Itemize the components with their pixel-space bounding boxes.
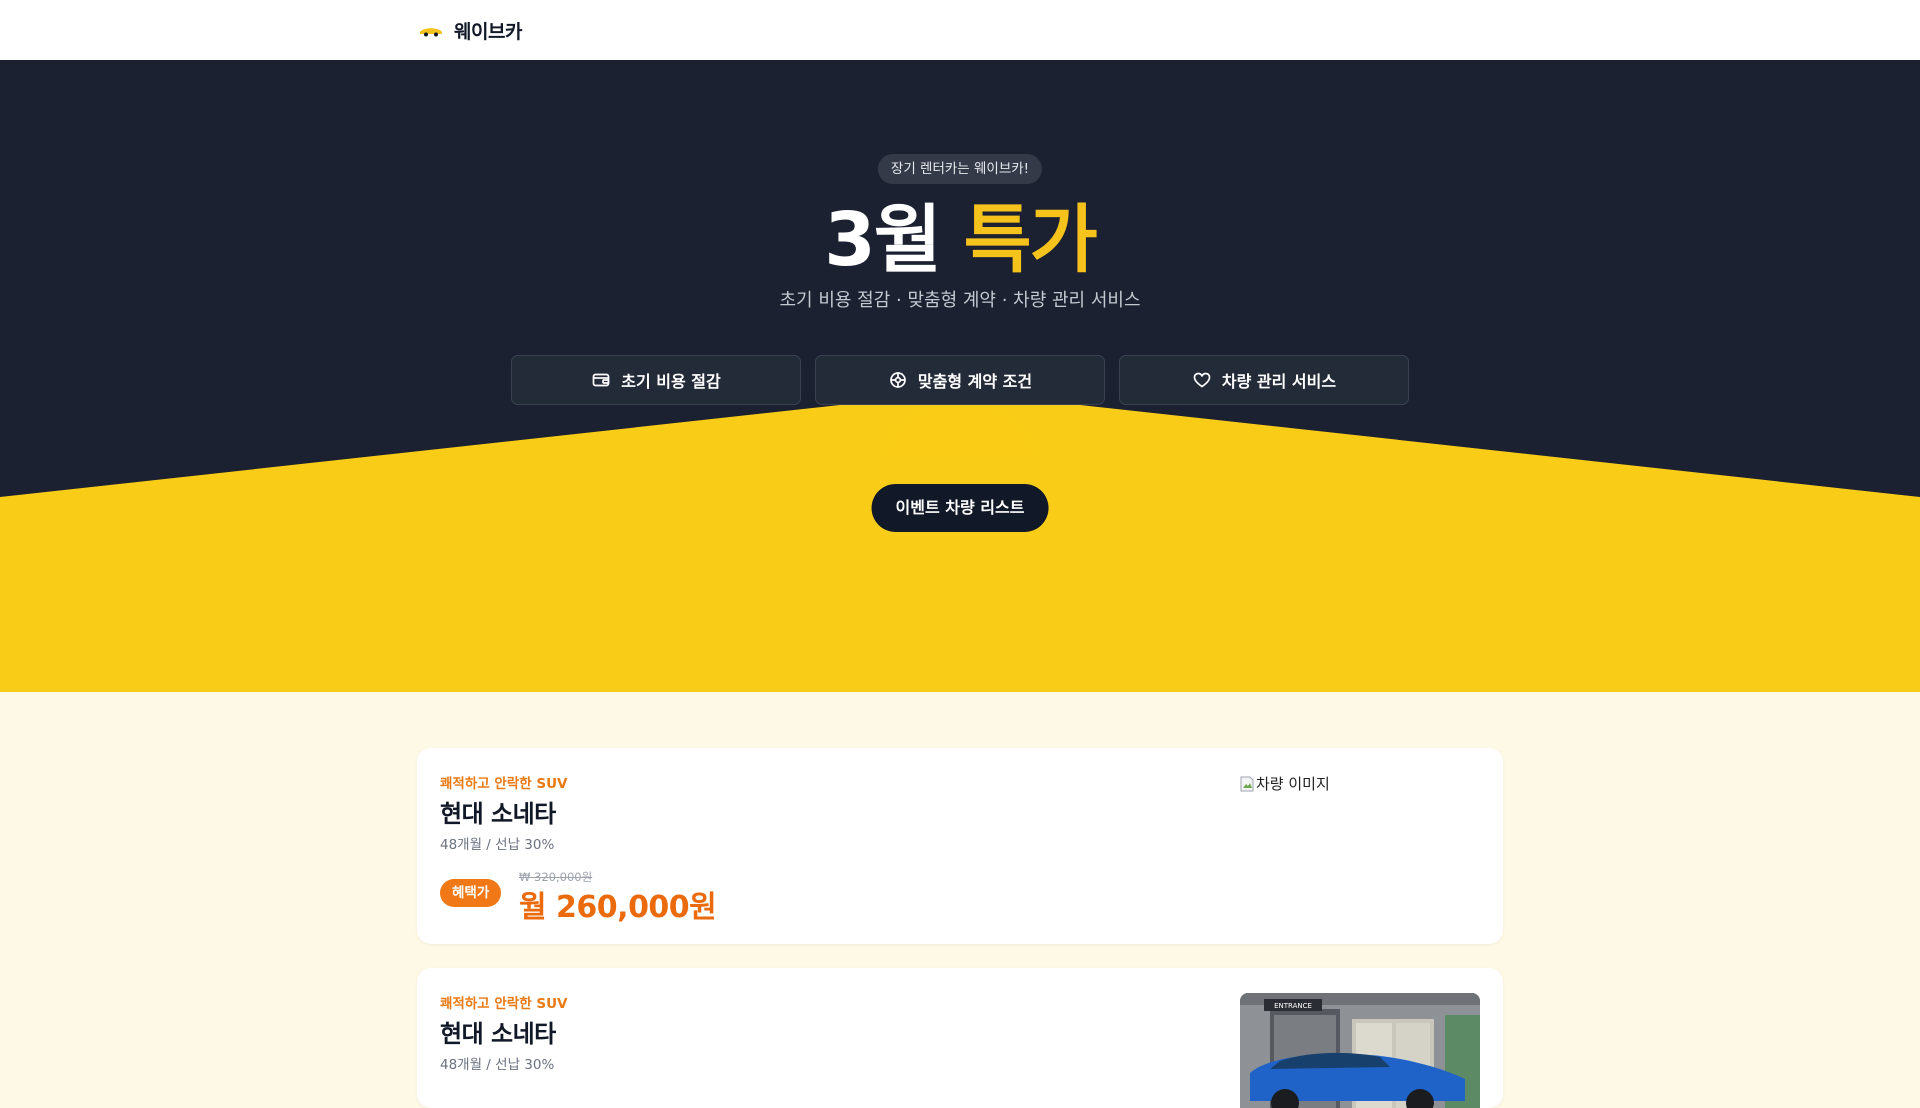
settings-icon bbox=[890, 372, 906, 388]
hero-subtitle: 초기 비용 절감 · 맞춤형 계약 · 차량 관리 서비스 bbox=[779, 290, 1141, 311]
hero-section: 장기 렌터카는 웨이브카! 3월 특가 초기 비용 절감 · 맞춤형 계약 · … bbox=[0, 60, 1920, 692]
brand-name: 웨이브카 bbox=[454, 21, 522, 43]
brand-logo[interactable]: 웨이브카 bbox=[418, 17, 522, 44]
event-car-list-button[interactable]: 이벤트 차량 리스트 bbox=[871, 484, 1049, 532]
hero-title-main: 3월 bbox=[824, 197, 942, 283]
car-name: 현대 소네타 bbox=[440, 1020, 556, 1048]
hero-pill: 장기 렌터카는 웨이브카! bbox=[877, 154, 1043, 184]
feature-initial-cost[interactable]: 초기 비용 절감 bbox=[511, 355, 801, 405]
feature-car-care[interactable]: 차량 관리 서비스 bbox=[1119, 355, 1409, 405]
car-photo-illustration: ENTRANCE bbox=[1240, 993, 1480, 1108]
car-card[interactable]: 쾌적하고 안락한 SUV 현대 소네타 48개월 / 선납 30% 혜택가 ₩ … bbox=[417, 748, 1503, 944]
feature-list: 초기 비용 절감 맞춤형 계약 조건 차량 관리 서비스 bbox=[511, 355, 1409, 405]
entrance-sign: ENTRANCE bbox=[1274, 1002, 1312, 1010]
wallet-icon bbox=[592, 373, 610, 387]
top-header: 웨이브카 bbox=[0, 0, 1920, 60]
monthly-price: 월 260,000원 bbox=[519, 890, 717, 925]
car-name: 현대 소네타 bbox=[440, 800, 556, 828]
car-photo: ENTRANCE bbox=[1240, 993, 1480, 1108]
car-image-alt-text: 차량 이미지 bbox=[1256, 775, 1330, 793]
broken-image-icon bbox=[1240, 776, 1254, 791]
heart-icon bbox=[1193, 372, 1211, 388]
feature-label: 맞춤형 계약 조건 bbox=[917, 372, 1033, 391]
hero-title: 3월 특가 bbox=[0, 190, 1920, 290]
feature-label: 차량 관리 서비스 bbox=[1221, 372, 1337, 391]
hero-title-accent: 특가 bbox=[963, 197, 1098, 283]
car-logo-icon bbox=[420, 27, 442, 36]
car-tagline: 쾌적하고 안락한 SUV bbox=[440, 776, 568, 792]
car-card[interactable]: 쾌적하고 안락한 SUV 현대 소네타 48개월 / 선납 30% ENTRAN… bbox=[417, 968, 1503, 1108]
feature-label: 초기 비용 절감 bbox=[621, 372, 721, 391]
feature-custom-contract[interactable]: 맞춤형 계약 조건 bbox=[815, 355, 1105, 405]
car-image-alt: 차량 이미지 bbox=[1240, 773, 1480, 794]
benefit-badge: 혜택가 bbox=[440, 879, 502, 907]
car-terms: 48개월 / 선납 30% bbox=[440, 1057, 555, 1073]
car-tagline: 쾌적하고 안락한 SUV bbox=[440, 996, 568, 1012]
car-image: 차량 이미지 bbox=[1240, 773, 1480, 923]
car-terms: 48개월 / 선납 30% bbox=[440, 837, 555, 853]
